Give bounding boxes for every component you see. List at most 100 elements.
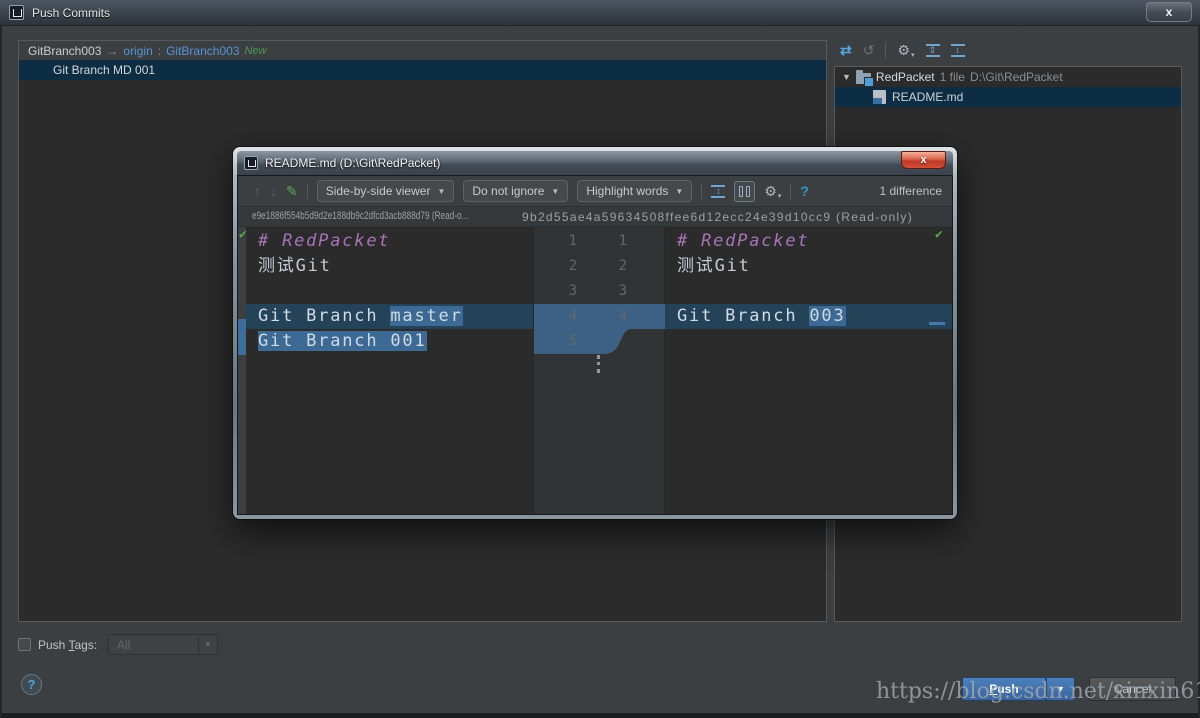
difference-count: 1 difference [880, 184, 943, 198]
window-close-button[interactable]: x [1146, 2, 1192, 22]
line-number: 2 [584, 254, 627, 279]
jump-to-source-icon[interactable]: ✎ [286, 183, 298, 200]
analysis-ok-icon: ✔ [935, 227, 943, 242]
help-button[interactable]: ? [21, 674, 42, 695]
right-revision-hash: 9b2d55ae4a59634508ffee6d12ecc24e39d10cc9… [522, 210, 913, 224]
help-icon[interactable]: ? [800, 183, 809, 199]
change-marker-dash [929, 322, 945, 325]
file-name: README.md [892, 90, 963, 104]
code-line: Git Branch 001 [246, 329, 533, 354]
code-segment: 003 [809, 306, 845, 326]
line-number: 3 [584, 279, 627, 304]
arrow-right-icon: → [106, 44, 118, 58]
synchronize-scrolling-toggle[interactable] [734, 181, 755, 202]
push-options-dropdown[interactable]: ▼ [1046, 677, 1075, 701]
push-button[interactable]: Push [962, 677, 1046, 701]
next-difference-icon[interactable]: ↓ [270, 183, 277, 199]
commit-row[interactable]: Git Branch MD 001 [19, 60, 826, 80]
viewer-select-value: Side-by-side viewer [326, 184, 431, 198]
collapse-all-icon[interactable]: ↕ [951, 44, 965, 57]
tree-expander-icon[interactable]: ▼ [842, 72, 851, 82]
push-commits-window: Push Commits x GitBranch003 → origin : G… [0, 0, 1200, 718]
expand-glyph: ⇕ [929, 45, 937, 55]
sync-bar [739, 186, 743, 197]
repository-path: D:\Git\RedPacket [970, 70, 1063, 84]
code-segment: Git Branch [258, 306, 390, 326]
previous-difference-icon[interactable]: ↑ [254, 183, 261, 199]
remote-name: origin [123, 44, 152, 58]
show-diff-icon[interactable]: ⇄ [840, 42, 852, 58]
code-line: 测试Git [246, 254, 533, 279]
code-segment: # RedPacket [258, 231, 390, 251]
diff-titlebar: README.md (D:\Git\RedPacket) x [237, 151, 953, 175]
left-editor-pane[interactable]: # RedPacket测试GitGit Branch masterGit Bra… [246, 227, 533, 514]
gear-glyph: ⚙ [897, 42, 910, 59]
gear-glyph: ⚙ [764, 183, 777, 200]
code-segment: master [390, 306, 462, 326]
change-marker[interactable] [238, 319, 246, 355]
remote-branch-name: GitBranch003 [166, 44, 239, 58]
branch-header-row[interactable]: GitBranch003 → origin : GitBranch003 New [19, 41, 826, 60]
local-branch-name: GitBranch003 [28, 44, 101, 58]
tree-root-row[interactable]: ▼ RedPacket 1 file D:\Git\RedPacket [835, 67, 1181, 87]
diff-window-icon [244, 156, 258, 170]
highlight-policy-select[interactable]: Highlight words ▼ [577, 180, 692, 202]
push-tags-checkbox[interactable] [18, 638, 31, 651]
app-icon [9, 5, 24, 20]
code-line [246, 279, 533, 304]
chevron-down-icon: ▼ [437, 187, 445, 196]
collapse-glyph: ↕ [955, 45, 960, 55]
analysis-ok-icon: ✔ [239, 227, 247, 242]
right-line-numbers: 1234 [584, 229, 627, 329]
folder-icon [856, 73, 871, 84]
files-toolbar: ⇄ ↺ ⚙▾ ⇕ ↕ [840, 38, 965, 62]
left-revision-hash: e9e1886f554b5d9d2e188db9c2dfcd3acb888d79… [252, 210, 469, 222]
tree-file-row[interactable]: README.md [835, 87, 1181, 107]
ignore-policy-select[interactable]: Do not ignore ▼ [463, 180, 568, 202]
left-line-numbers: 12345 [534, 229, 577, 354]
diff-toolbar: ↑ ↓ ✎ Side-by-side viewer ▼ Do not ignor… [238, 176, 952, 207]
tags-select-value: All [109, 638, 198, 652]
markdown-file-icon [873, 90, 886, 104]
toolbar-separator [885, 42, 886, 58]
code-line: Git Branch master [246, 304, 533, 329]
ignore-policy-value: Do not ignore [472, 184, 544, 198]
cancel-button[interactable]: Cancel [1089, 677, 1176, 701]
sync-bar [746, 186, 750, 197]
diff-gutter: 12345 1234 [533, 227, 665, 514]
chevron-down-icon: ▼ [1056, 684, 1065, 694]
settings-gear-icon[interactable]: ⚙▾ [897, 42, 914, 59]
toolbar-separator [790, 183, 791, 199]
toolbar-separator [307, 183, 308, 199]
rollback-icon[interactable]: ↺ [863, 42, 875, 58]
code-line: # RedPacket [246, 229, 533, 254]
close-icon: x [1166, 5, 1173, 19]
window-title: Push Commits [32, 6, 110, 20]
viewer-select[interactable]: Side-by-side viewer ▼ [317, 180, 455, 202]
code-segment: # RedPacket [677, 231, 809, 251]
right-editor-pane[interactable]: # RedPacket测试GitGit Branch 003 [665, 227, 952, 514]
diff-close-button[interactable]: x [901, 151, 946, 169]
code-line: # RedPacket [665, 229, 952, 254]
label-pre: Push [38, 638, 68, 652]
chevron-down-icon: ▼ [675, 187, 683, 196]
revision-header: e9e1886f554b5d9d2e188db9c2dfcd3acb888d79… [238, 207, 952, 227]
highlight-policy-value: Highlight words [586, 184, 668, 198]
line-number: 4 [534, 304, 577, 329]
chevron-down-icon: ▼ [198, 635, 217, 654]
line-number: 5 [534, 329, 577, 354]
collapse-unchanged-icon[interactable]: ↕ [711, 185, 725, 198]
line-number: 1 [584, 229, 627, 254]
push-tags-label: Push Tags: [38, 638, 97, 652]
new-branch-badge: New [244, 45, 266, 57]
editor-settings-gear-icon[interactable]: ⚙▾ [764, 183, 781, 200]
tags-select[interactable]: All ▼ [108, 634, 218, 655]
file-count: 1 file [940, 70, 965, 84]
expand-all-icon[interactable]: ⇕ [926, 44, 940, 57]
diff-dialog: README.md (D:\Git\RedPacket) x ↑ ↓ ✎ Sid… [233, 147, 957, 519]
chevron-down-icon: ▾ [778, 192, 782, 200]
splitter-handle-icon[interactable] [597, 355, 600, 373]
collapse-glyph: ↕ [716, 186, 721, 196]
code-segment: Git Branch [677, 306, 809, 326]
repository-name: RedPacket [876, 70, 935, 84]
